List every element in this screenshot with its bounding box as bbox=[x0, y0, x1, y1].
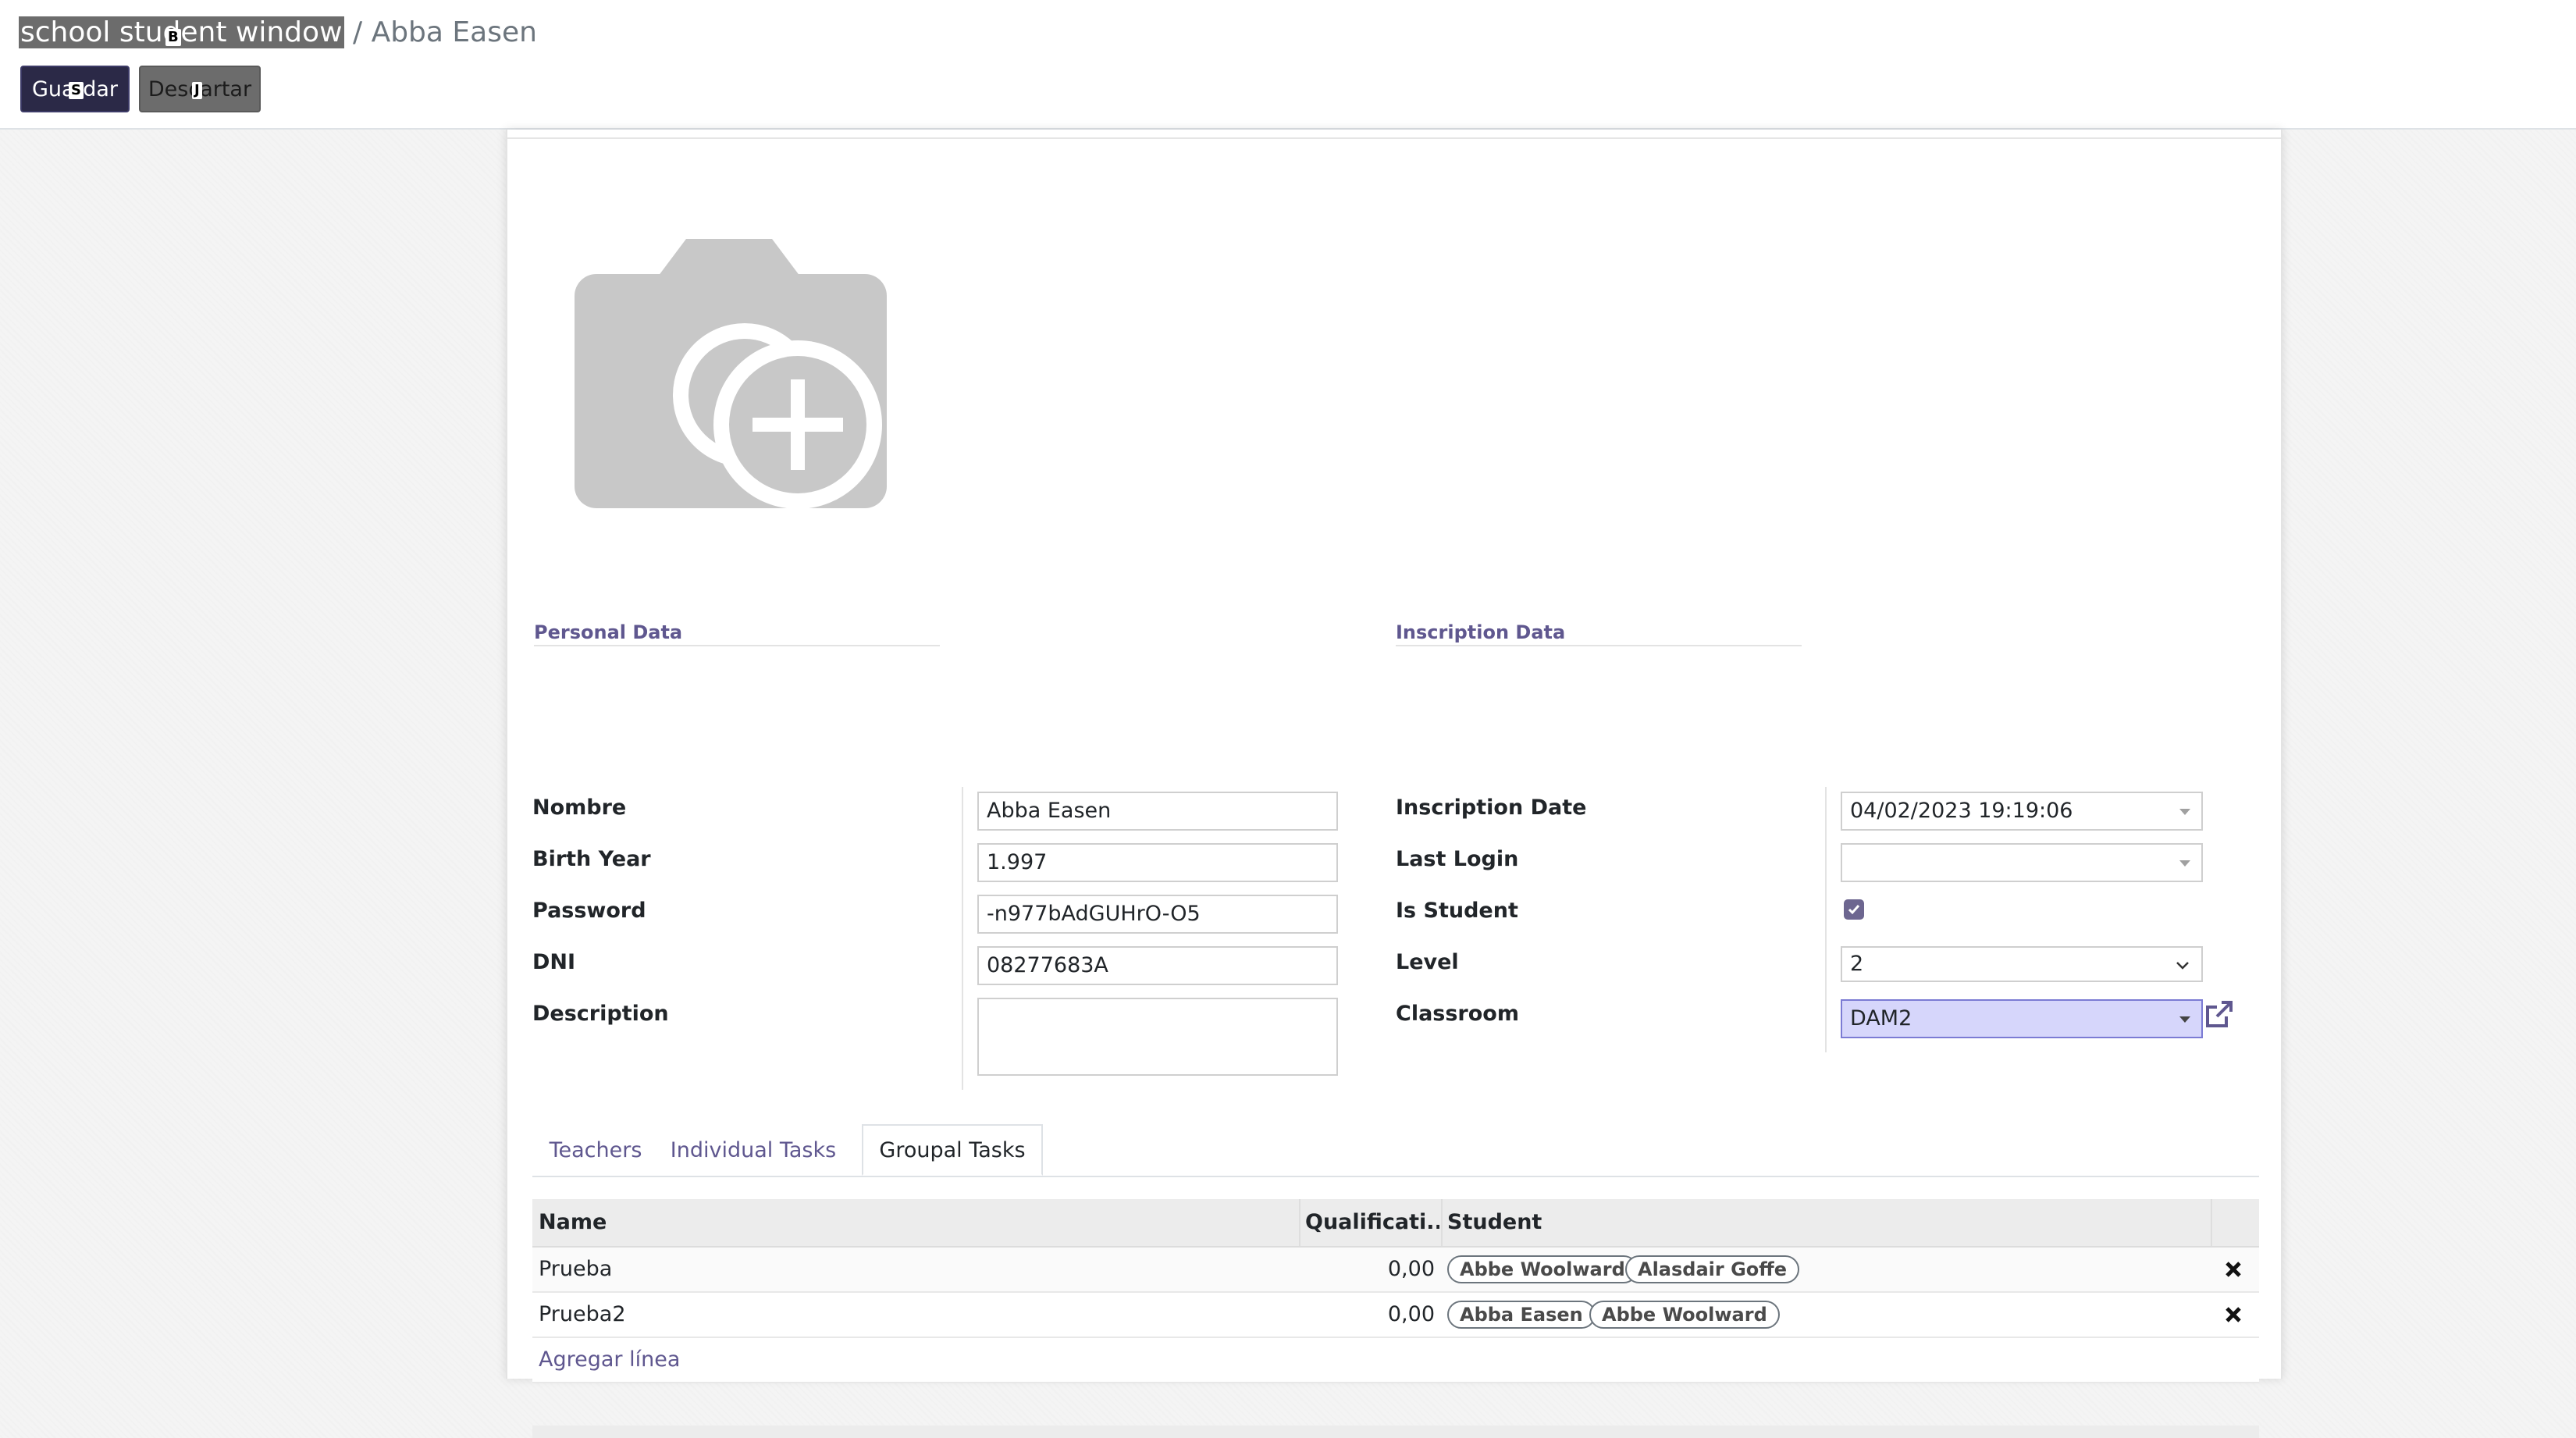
description-label: Description bbox=[532, 1002, 669, 1026]
inscription-data-title: Inscription Data bbox=[1396, 621, 1802, 646]
description-textarea[interactable] bbox=[977, 998, 1338, 1076]
classroom-select[interactable]: DAM2 bbox=[1841, 999, 2203, 1038]
classroom-value: DAM2 bbox=[1850, 1006, 1912, 1030]
column-separator bbox=[1441, 1199, 1443, 1246]
caret-down-icon bbox=[2179, 860, 2190, 867]
student-tag[interactable]: Abbe Woolward bbox=[1447, 1255, 1638, 1283]
tab-groupal-tasks[interactable]: Groupal Tasks bbox=[862, 1124, 1043, 1176]
discard-hotkey-badge: J bbox=[192, 82, 202, 99]
personal-data-title: Personal Data bbox=[534, 621, 940, 646]
tab-teachers[interactable]: Teachers bbox=[532, 1124, 659, 1176]
dni-input[interactable]: 08277683A bbox=[977, 946, 1338, 985]
student-tag[interactable]: Abbe Woolward bbox=[1589, 1301, 1780, 1329]
breadcrumb-current: Abba Easen bbox=[371, 16, 537, 48]
birth-year-label: Birth Year bbox=[532, 847, 651, 871]
column-header-student[interactable]: Student bbox=[1447, 1199, 2150, 1246]
column-header-qualification[interactable]: Qualificati... bbox=[1305, 1199, 1439, 1246]
column-header-name[interactable]: Name bbox=[539, 1199, 1241, 1246]
external-link-icon[interactable] bbox=[2203, 998, 2236, 1030]
save-hotkey-badge: S bbox=[69, 82, 84, 99]
breadcrumb-hotkey-badge: B bbox=[165, 29, 181, 46]
inscription-date-value: 04/02/2023 19:19:06 bbox=[1850, 799, 2073, 823]
is-student-checkbox[interactable] bbox=[1844, 899, 1864, 920]
caret-down-icon bbox=[2179, 809, 2190, 815]
level-select[interactable]: 2 bbox=[1841, 946, 2203, 982]
chevron-down-icon bbox=[2176, 962, 2189, 970]
nombre-input[interactable]: Abba Easen bbox=[977, 792, 1338, 831]
check-icon bbox=[1848, 905, 1860, 915]
sheet-divider bbox=[507, 137, 2281, 139]
camera-plus-icon[interactable] bbox=[573, 239, 901, 536]
personal-data-divider bbox=[962, 787, 963, 1090]
last-login-input[interactable] bbox=[1841, 843, 2203, 882]
last-login-label: Last Login bbox=[1396, 847, 1519, 871]
table-row[interactable]: Prueba 0,00 Abbe Woolward Alasdair Goffe bbox=[532, 1248, 2259, 1293]
password-input[interactable]: -n977bAdGUHrO-O5 bbox=[977, 895, 1338, 934]
discard-button[interactable]: Descartar J bbox=[139, 66, 261, 112]
add-line-link[interactable]: Agregar línea bbox=[539, 1338, 680, 1382]
breadcrumb-separator: / bbox=[352, 16, 363, 48]
control-panel: school student windowB / Abba Easen Guar… bbox=[0, 0, 2576, 130]
table-footer-bar bbox=[532, 1426, 2259, 1438]
birth-year-input[interactable]: 1.997 bbox=[977, 843, 1338, 882]
row-qualification-cell[interactable]: 0,00 bbox=[1305, 1248, 1435, 1291]
table-header: Name Qualificati... Student bbox=[532, 1199, 2259, 1248]
row-name-cell[interactable]: Prueba2 bbox=[539, 1293, 626, 1337]
delete-x-icon[interactable] bbox=[2223, 1259, 2243, 1280]
nombre-label: Nombre bbox=[532, 796, 627, 820]
row-qualification-cell[interactable]: 0,00 bbox=[1305, 1293, 1435, 1337]
is-student-label: Is Student bbox=[1396, 899, 1518, 923]
row-name-cell[interactable]: Prueba bbox=[539, 1248, 612, 1291]
inscription-date-input[interactable]: 04/02/2023 19:19:06 bbox=[1841, 792, 2203, 831]
breadcrumb: school student window B / Abba Easen bbox=[19, 11, 537, 55]
student-tag[interactable]: Abba Easen bbox=[1447, 1301, 1596, 1329]
level-label: Level bbox=[1396, 950, 1459, 974]
classroom-label: Classroom bbox=[1396, 1002, 1519, 1026]
form-sheet: Personal Data Nombre Birth Year Password… bbox=[506, 130, 2282, 1438]
column-separator bbox=[2211, 1199, 2212, 1246]
dni-label: DNI bbox=[532, 950, 576, 974]
student-tag[interactable]: Alasdair Goffe bbox=[1625, 1255, 1799, 1283]
breadcrumb-parent-link[interactable]: school student window B bbox=[19, 16, 344, 48]
level-value: 2 bbox=[1850, 952, 1864, 976]
save-button[interactable]: Guardar S bbox=[20, 66, 130, 112]
password-label: Password bbox=[532, 899, 646, 923]
delete-x-icon[interactable] bbox=[2223, 1305, 2243, 1325]
column-separator bbox=[1299, 1199, 1300, 1246]
inscription-data-divider bbox=[1825, 787, 1827, 1052]
notebook-tabs: Teachers Individual Tasks Groupal Tasks bbox=[532, 1124, 2259, 1177]
caret-down-icon bbox=[2179, 1016, 2190, 1023]
table-row[interactable]: Prueba2 0,00 Abba Easen Abbe Woolward bbox=[532, 1293, 2259, 1338]
tab-individual-tasks[interactable]: Individual Tasks bbox=[659, 1124, 848, 1176]
inscription-date-label: Inscription Date bbox=[1396, 796, 1587, 820]
add-line-row: Agregar línea bbox=[532, 1338, 2259, 1383]
